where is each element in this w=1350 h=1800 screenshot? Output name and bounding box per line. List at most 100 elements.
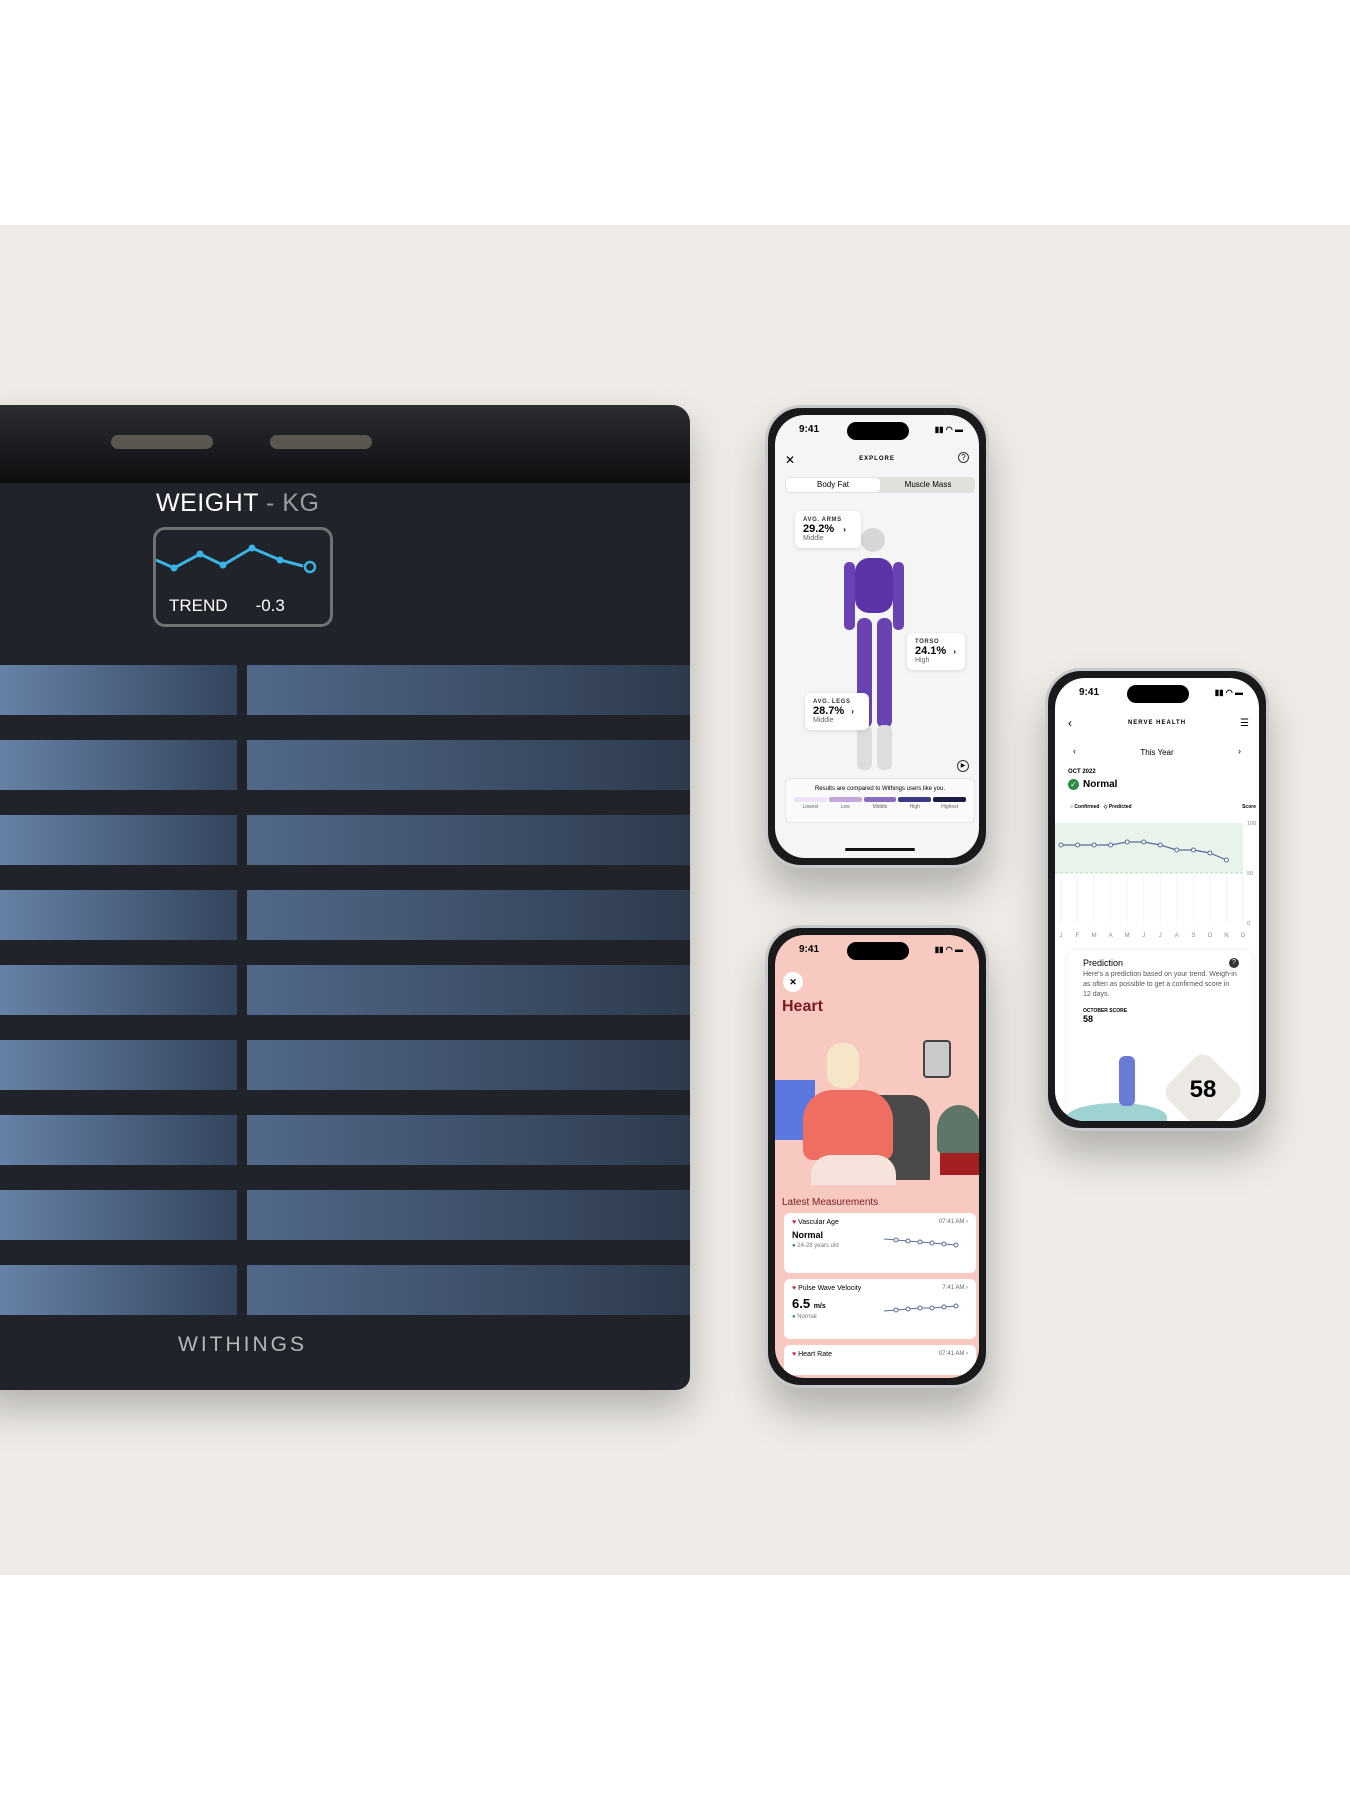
trend-display: TREND -0.3 [153, 527, 333, 627]
electrode-pad [247, 1265, 690, 1315]
arms-value-row: 29.2% › [803, 523, 853, 535]
prediction-title: Prediction [1083, 958, 1124, 968]
electrode-pad [0, 815, 237, 865]
trend-sparkline [156, 544, 317, 574]
legs-level: Middle [813, 717, 834, 724]
data-point [1190, 847, 1196, 853]
electrode-row [0, 665, 690, 715]
electrode-grid [0, 665, 690, 1340]
check-icon: ✓ [1068, 779, 1079, 790]
electrode-row [0, 1115, 690, 1165]
y-tick-label: 0 [1247, 921, 1250, 927]
legend-swatch [863, 797, 897, 802]
heart-screen: 9:41 ▮▮ ◠ ▬ ✕ Heart Latest Measurements … [775, 935, 979, 1378]
legs-card[interactable]: AVG. LEGS 28.7% › Middle [805, 693, 869, 730]
electrode-pad [0, 1040, 237, 1090]
segmented-control: Body Fat Muscle Mass [785, 477, 975, 493]
legend-swatch [898, 797, 932, 802]
measurement-status: Normal [797, 1314, 817, 1320]
x-tick-label: S [1191, 933, 1195, 939]
measurement-time: 7:41 AM [942, 1285, 965, 1291]
trend-row: TREND -0.3 [169, 596, 285, 616]
electrode-pad [247, 665, 690, 715]
electrode-pad [247, 740, 690, 790]
electrode-pad [0, 890, 237, 940]
x-tick-label: J [1060, 933, 1063, 939]
dynamic-island [847, 942, 909, 960]
dynamic-island [847, 422, 909, 440]
status-icons: ▮▮ ◠ ▬ [934, 945, 963, 954]
brand-logo: WITHINGS [178, 1333, 307, 1356]
x-tick-label: F [1076, 933, 1080, 939]
electrode-row [0, 815, 690, 865]
data-point [1174, 847, 1180, 853]
close-button[interactable]: ✕ [783, 972, 803, 992]
electrode-row [0, 965, 690, 1015]
y-tick-label: 100 [1247, 821, 1256, 827]
electrode-row [0, 890, 690, 940]
electrode-row [0, 1040, 690, 1090]
smart-scale: WEIGHT - KG TREND -0.3 WITHINGS [0, 405, 690, 1390]
measurement-card[interactable]: ♥ Heart Rate 07:41 AM › [784, 1345, 976, 1375]
measurement-status: 24-28 years old [797, 1243, 839, 1249]
electrode-pad [247, 1040, 690, 1090]
tab-body-fat[interactable]: Body Fat [786, 478, 880, 492]
status-text: Normal [1083, 779, 1118, 790]
legend-item: High [898, 797, 932, 810]
measurement-time: 07:41 AM [938, 1219, 965, 1225]
next-period-icon[interactable]: › [1238, 746, 1241, 756]
data-point [1058, 842, 1064, 848]
measurement-card[interactable]: ♥ Vascular Age 07:41 AM › Normal ● 24-28 y… [784, 1213, 976, 1273]
october-value: 58 [1083, 1014, 1094, 1024]
measurement-time: 07:41 AM [938, 1351, 965, 1357]
electrode-pad [0, 965, 237, 1015]
legend-confirmed: Confirmed [1074, 804, 1100, 810]
help-icon[interactable]: ? [1229, 958, 1239, 968]
arms-card[interactable]: AVG. ARMS 29.2% › Middle [795, 511, 861, 548]
status-icons: ▮▮ ◠ ▬ [934, 425, 963, 434]
scale-top-bar [0, 405, 690, 483]
x-tick-label: N [1224, 933, 1228, 939]
score-badge-value: 58 [1189, 1076, 1217, 1103]
compare-text: Results are compared to Withings users l… [814, 786, 946, 792]
help-icon[interactable]: ? [958, 452, 969, 463]
rotate-icon[interactable]: ▶ [957, 760, 969, 772]
x-tick-label: D [1241, 933, 1246, 939]
home-indicator [845, 848, 915, 851]
electrode-pad [0, 740, 237, 790]
x-tick-label: A [1109, 933, 1113, 939]
legend-label: Lowest [802, 804, 819, 810]
display-unit: - KG [266, 489, 320, 517]
dynamic-island [1127, 685, 1189, 703]
torso-value-row: 24.1% › [915, 645, 957, 657]
section-title: Latest Measurements [782, 1197, 879, 1208]
heart-icon: ♥ [792, 1219, 797, 1226]
torso-card[interactable]: TORSO 24.1% › High [907, 633, 965, 670]
chevron-right-icon: › [851, 707, 854, 716]
prediction-text: Here's a prediction based on your trend.… [1083, 971, 1237, 998]
data-point [1124, 839, 1130, 845]
check-icon: ● [792, 1314, 796, 1320]
measurement-name: Vascular Age [798, 1219, 839, 1226]
data-point [1108, 842, 1114, 848]
legend-swatch [794, 797, 827, 802]
legend-item: Low [828, 797, 862, 810]
scale-button [270, 435, 372, 449]
measurement-name: Heart Rate [798, 1351, 832, 1358]
data-point [1091, 842, 1097, 848]
measurement-card[interactable]: ♥ Pulse Wave Velocity 7:41 AM › 6.5 m/s ● N… [784, 1279, 976, 1339]
menu-icon[interactable]: ☰ [1240, 718, 1249, 729]
arms-value: 29.2% [803, 523, 835, 535]
arms-level: Middle [803, 535, 824, 542]
measurements-list: ♥ Vascular Age 07:41 AM › Normal ● 24-28 y… [784, 1213, 976, 1378]
x-tick-label: O [1208, 933, 1213, 939]
electrode-pad [247, 815, 690, 865]
legend-swatch [828, 797, 862, 802]
nerve-screen: 9:41 ▮▮ ◠ ▬ ‹ NERVE HEALTH ☰ ‹ This Year… [1055, 678, 1259, 1121]
screen-title: NERVE HEALTH [1127, 720, 1187, 726]
period-selector[interactable]: This Year [1055, 748, 1259, 757]
electrode-pad [247, 890, 690, 940]
tab-muscle-mass[interactable]: Muscle Mass [881, 477, 975, 493]
trend-label: TREND [169, 596, 228, 615]
legend-predicted: Predicted [1108, 804, 1132, 810]
